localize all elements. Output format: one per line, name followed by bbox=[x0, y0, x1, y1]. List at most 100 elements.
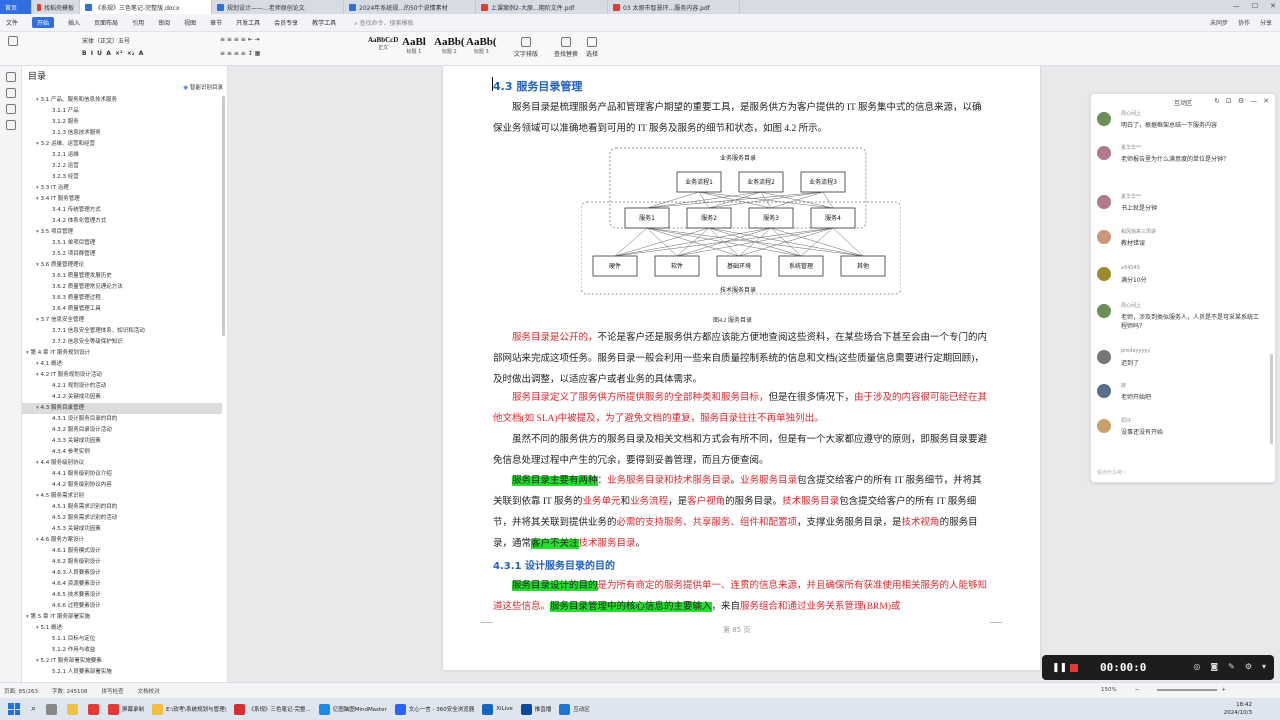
stop-button[interactable] bbox=[1070, 664, 1078, 672]
tab-1[interactable]: 找稻壳模板 bbox=[32, 0, 80, 14]
settings-icon[interactable]: ⚙ bbox=[1238, 97, 1244, 105]
toc-item[interactable]: ▾ 3.3 IT 治理 bbox=[22, 183, 222, 194]
toc-item[interactable]: ▾ 3.7 信息安全管理 bbox=[22, 315, 222, 326]
menu-0[interactable]: 文件 bbox=[6, 18, 18, 27]
webcam-icon[interactable]: ◎ bbox=[1193, 662, 1200, 671]
avatar[interactable] bbox=[1097, 195, 1111, 209]
toc-item[interactable]: ▾ 第 4 章 IT 服务规划设计 bbox=[22, 348, 222, 359]
avatar[interactable] bbox=[1097, 350, 1111, 364]
paste-button[interactable] bbox=[8, 36, 18, 48]
avatar[interactable] bbox=[1097, 419, 1111, 433]
menu-2[interactable]: 插入 bbox=[68, 18, 80, 27]
font-name-select[interactable]: 宋体（正文） bbox=[82, 36, 118, 45]
word-count[interactable]: 字数: 245108 bbox=[52, 687, 88, 695]
toc-item[interactable]: ▾ 第 5 章 IT 服务部署实施 bbox=[22, 612, 222, 623]
toc-item[interactable]: 3.4.2 体系化管理方式 bbox=[22, 216, 222, 227]
pause-icon[interactable]: ❚❚ bbox=[1052, 663, 1067, 673]
style-1[interactable]: AaBl 标题 1 bbox=[402, 36, 426, 62]
taskbar-app-2[interactable]: 《系规》三色笔记-完整... bbox=[234, 703, 311, 715]
chat-scrollbar[interactable] bbox=[1270, 354, 1273, 444]
toc-item[interactable]: 4.6.5 技术要素设计 bbox=[22, 590, 222, 601]
start-icon[interactable] bbox=[8, 703, 20, 715]
toc-item[interactable]: ▾ 3.2 运维、运营和经营 bbox=[22, 139, 222, 150]
toc-item[interactable]: ▾ 3.5 项目管理 bbox=[22, 227, 222, 238]
toc-item[interactable]: 4.3.1 设计服务目录的目的 bbox=[22, 414, 222, 425]
paragraph-public[interactable]: 服务目录是公开的，不论是客户还是服务供方都应该能方便地查阅这些资料，在某些场合下… bbox=[493, 328, 991, 391]
task-view-icon[interactable] bbox=[46, 703, 58, 715]
toc-item[interactable]: 3.7.1 信息安全管理体系、知识和活动 bbox=[22, 326, 222, 337]
taskbar-app-5[interactable]: XiLive bbox=[482, 703, 513, 715]
pin-icon[interactable]: ⊡ bbox=[1226, 97, 1232, 105]
toc-item[interactable]: 3.7.2 信息安全等级保护知识 bbox=[22, 337, 222, 348]
paragraph-catalog-types[interactable]: 服务目录主要有两种：业务服务目录和技术服务目录。业务服务目录包含提交给客户的所有… bbox=[493, 471, 991, 555]
toc-item[interactable]: 3.4.1 传统管理方式 bbox=[22, 205, 222, 216]
toc-item[interactable]: 5.2.1 人员要素部署实施 bbox=[22, 667, 222, 678]
doc-proofread[interactable]: 文档校对 bbox=[138, 687, 160, 695]
search-icon[interactable] bbox=[6, 120, 16, 130]
avatar[interactable] bbox=[1097, 304, 1111, 318]
paragraph-definition[interactable]: 服务目录定义了服务供方所提供服务的全部种类和服务目标，但是在很多情况下，由于涉及… bbox=[493, 388, 991, 430]
toc-icon[interactable] bbox=[6, 72, 16, 82]
ribbon-button-1[interactable]: 查找替换 bbox=[554, 37, 578, 58]
command-search[interactable]: ⌕ 查找命令、搜索模板 bbox=[354, 18, 413, 28]
more-icon[interactable]: ▾ bbox=[1262, 662, 1266, 671]
style-3[interactable]: AaBb(标题 3 bbox=[466, 36, 497, 62]
toc-item[interactable]: ▾ 4.4 服务级别协议 bbox=[22, 458, 222, 469]
smart-toc-button[interactable]: ◉ 智能识别目录 bbox=[183, 83, 223, 91]
search-icon[interactable]: ⌕ bbox=[31, 704, 36, 714]
toc-item[interactable]: ▾ 5.1 概述 bbox=[22, 623, 222, 634]
toc-item[interactable]: 4.4.1 服务级别协议介绍 bbox=[22, 469, 222, 480]
menu-9[interactable]: 会员专享 bbox=[274, 18, 298, 27]
zoom-level[interactable]: 150% bbox=[1101, 687, 1117, 693]
toc-item[interactable]: 5.1.1 目标与定位 bbox=[22, 634, 222, 645]
toc-item[interactable]: 3.2.3 经营 bbox=[22, 172, 222, 183]
toc-item[interactable]: 4.4.2 服务级别协议内容 bbox=[22, 480, 222, 491]
taskbar-app-3[interactable]: 亿图脑图MindMaster bbox=[318, 703, 387, 715]
taskbar-app-0[interactable]: 屏幕录制 bbox=[108, 703, 144, 715]
toc-item[interactable]: 3.6.2 质量管理常见理论方法 bbox=[22, 282, 222, 293]
toc-item[interactable]: 3.5.2 项目群管理 bbox=[22, 249, 222, 260]
toc-item[interactable]: 4.6.1 服务模式设计 bbox=[22, 546, 222, 557]
menu-right-2[interactable]: 分享 bbox=[1260, 18, 1272, 27]
menu-10[interactable]: 教学工具 bbox=[312, 18, 336, 27]
toc-item[interactable]: 3.6.3 质量管理过程 bbox=[22, 293, 222, 304]
menu-right-1[interactable]: 协作 bbox=[1238, 18, 1250, 27]
page-count[interactable]: 页面: 85/263 bbox=[4, 687, 38, 695]
toc-item[interactable]: 4.5.3 关键成功因素 bbox=[22, 524, 222, 535]
toc-item[interactable]: 4.6.4 资源要素设计 bbox=[22, 579, 222, 590]
minimize-icon[interactable]: — bbox=[1250, 97, 1257, 105]
zoom-in-icon[interactable]: + bbox=[1221, 687, 1226, 693]
paragraph-purpose[interactable]: 服务目录设计的目的是为所有商定的服务提供单一、连贯的信息来源，并且确保所有获准使… bbox=[493, 576, 991, 618]
pen-icon[interactable]: ✎ bbox=[1228, 662, 1235, 671]
toc-item[interactable]: ▾ 3.1 产品、服务和信息技术服务 bbox=[22, 95, 222, 106]
menu-3[interactable]: 页面布局 bbox=[94, 18, 118, 27]
taskbar-app-4[interactable]: 文心一言 - 360安全浏览器 bbox=[394, 703, 474, 715]
maximize-icon[interactable]: ☐ bbox=[1252, 2, 1258, 10]
style-0[interactable]: AaBbCcD 正文 bbox=[368, 36, 398, 62]
font-size-select[interactable]: 五号 bbox=[118, 36, 130, 45]
tab-6[interactable]: 03 太原市智慧环...服务内容.pdf bbox=[608, 0, 740, 14]
tab-4[interactable]: 2024年系统规...的50个说情素材 bbox=[344, 0, 476, 14]
taskbar-app-1[interactable]: E:\软考\系统规划与管理\ bbox=[152, 703, 226, 715]
toc-item[interactable]: ▾ 4.5 服务需求识别 bbox=[22, 491, 222, 502]
avatar[interactable] bbox=[1097, 267, 1111, 281]
refresh-icon[interactable]: ↻ bbox=[1214, 97, 1220, 105]
file-explorer-icon[interactable] bbox=[67, 703, 79, 715]
close-icon[interactable]: ✕ bbox=[1263, 97, 1269, 105]
subsection-heading[interactable]: 4.3.1 设计服务目录的目的 bbox=[493, 557, 615, 572]
style-2[interactable]: AaBb(标题 2 bbox=[434, 36, 465, 62]
paragraph-intro[interactable]: 服务目录是梳理服务产品和管理客户期望的重要工具，是服务供方为客户提供的 IT 服… bbox=[493, 98, 991, 140]
toc-scrollbar[interactable] bbox=[222, 96, 225, 336]
bookmark-icon[interactable] bbox=[6, 104, 16, 114]
toc-item[interactable]: ▾ 4.1 概述 bbox=[22, 359, 222, 370]
zoom-slider[interactable] bbox=[1157, 689, 1218, 691]
toc-item[interactable]: 5.1.2 作用与收益 bbox=[22, 645, 222, 656]
toc-item[interactable]: 4.2.2 关键成功因素 bbox=[22, 392, 222, 403]
taskbar-app-7[interactable]: 互动区 bbox=[559, 703, 590, 715]
record-settings-icon[interactable]: ⚙ bbox=[1245, 662, 1252, 671]
avatar[interactable] bbox=[1097, 230, 1111, 244]
taskbar-app-6[interactable]: 推直播 bbox=[520, 703, 551, 715]
close-icon[interactable]: ✕ bbox=[1270, 2, 1276, 10]
pages-icon[interactable] bbox=[6, 88, 16, 98]
app-icon[interactable] bbox=[88, 703, 100, 715]
